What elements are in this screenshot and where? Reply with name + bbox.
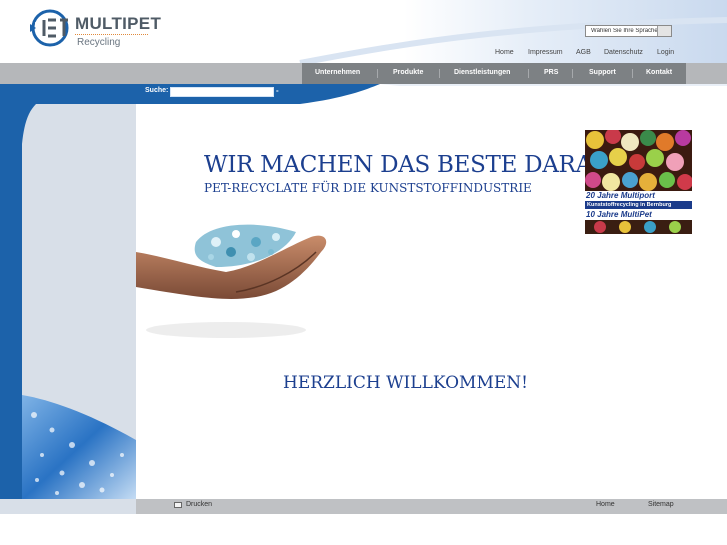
multipet-logo[interactable]: MULTIPET Recycling <box>30 8 161 50</box>
nav-item-kontakt[interactable]: Kontakt <box>646 63 672 84</box>
nav-item-prs[interactable]: PRS <box>544 63 558 84</box>
dropdown-button[interactable] <box>657 26 671 36</box>
search-input[interactable] <box>170 87 274 97</box>
logo-subtitle: Recycling <box>77 37 121 48</box>
footer-print-link[interactable]: Drucken <box>186 501 212 508</box>
page-header: MULTIPET Recycling Wählen Sie Ihre Sprac… <box>0 0 727 63</box>
anniversary-banner[interactable]: 20 Jahre Multiport Kunststoffrecycling i… <box>585 130 692 234</box>
nav-separator <box>528 69 529 78</box>
main-subheadline: PET-RECYCLATE FÜR DIE KUNSTSTOFFINDUSTRI… <box>204 181 532 195</box>
nav-separator <box>439 69 440 78</box>
nav-item-support[interactable]: Support <box>589 63 616 84</box>
hand-with-flakes-image <box>136 224 327 338</box>
top-link-datenschutz[interactable]: Datenschutz <box>604 49 643 56</box>
pet-recycling-logo-icon <box>30 9 69 47</box>
main-headline: WIR MACHEN DAS BESTE DARAUS. <box>204 152 633 178</box>
top-link-impressum[interactable]: Impressum <box>528 49 563 56</box>
anniversary-footer-strip <box>585 220 692 234</box>
footer-sitemap-link[interactable]: Sitemap <box>648 501 674 508</box>
anniversary-bokeh-image <box>585 130 692 191</box>
anniversary-line-1: 20 Jahre Multiport <box>585 191 692 201</box>
language-select[interactable]: Wählen Sie Ihre Sprache <box>585 25 672 37</box>
nav-item-dienstleistungen[interactable]: Dienstleistungen <box>454 63 510 84</box>
top-link-login[interactable]: Login <box>657 49 674 56</box>
search-band <box>0 84 727 104</box>
print-icon[interactable] <box>174 502 182 508</box>
nav-separator <box>572 69 573 78</box>
nav-item-unternehmen[interactable]: Unternehmen <box>315 63 360 84</box>
nav-separator <box>377 69 378 78</box>
top-link-home[interactable]: Home <box>495 49 514 56</box>
top-link-agb[interactable]: AGB <box>576 49 591 56</box>
corner-curve-decoration <box>22 104 36 144</box>
left-blue-stripe <box>0 84 22 514</box>
anniversary-line-3: 10 Jahre MultiPet <box>585 209 692 220</box>
nav-separator <box>632 69 633 78</box>
logo-title: MULTIPET <box>75 14 162 33</box>
nav-item-produkte[interactable]: Produkte <box>393 63 423 84</box>
logo-divider <box>75 34 148 35</box>
welcome-heading: HERZLICH WILLKOMMEN! <box>283 373 528 393</box>
pet-flakes-image <box>22 395 136 500</box>
search-submit-button[interactable]: - <box>276 86 279 95</box>
footer-home-link[interactable]: Home <box>596 501 615 508</box>
footer-left-panel <box>0 499 136 514</box>
anniversary-line-2: Kunststoffrecycling in Bernburg <box>585 201 692 209</box>
search-label: Suche: <box>145 87 169 94</box>
language-select-value: Wählen Sie Ihre Sprache <box>591 28 657 34</box>
